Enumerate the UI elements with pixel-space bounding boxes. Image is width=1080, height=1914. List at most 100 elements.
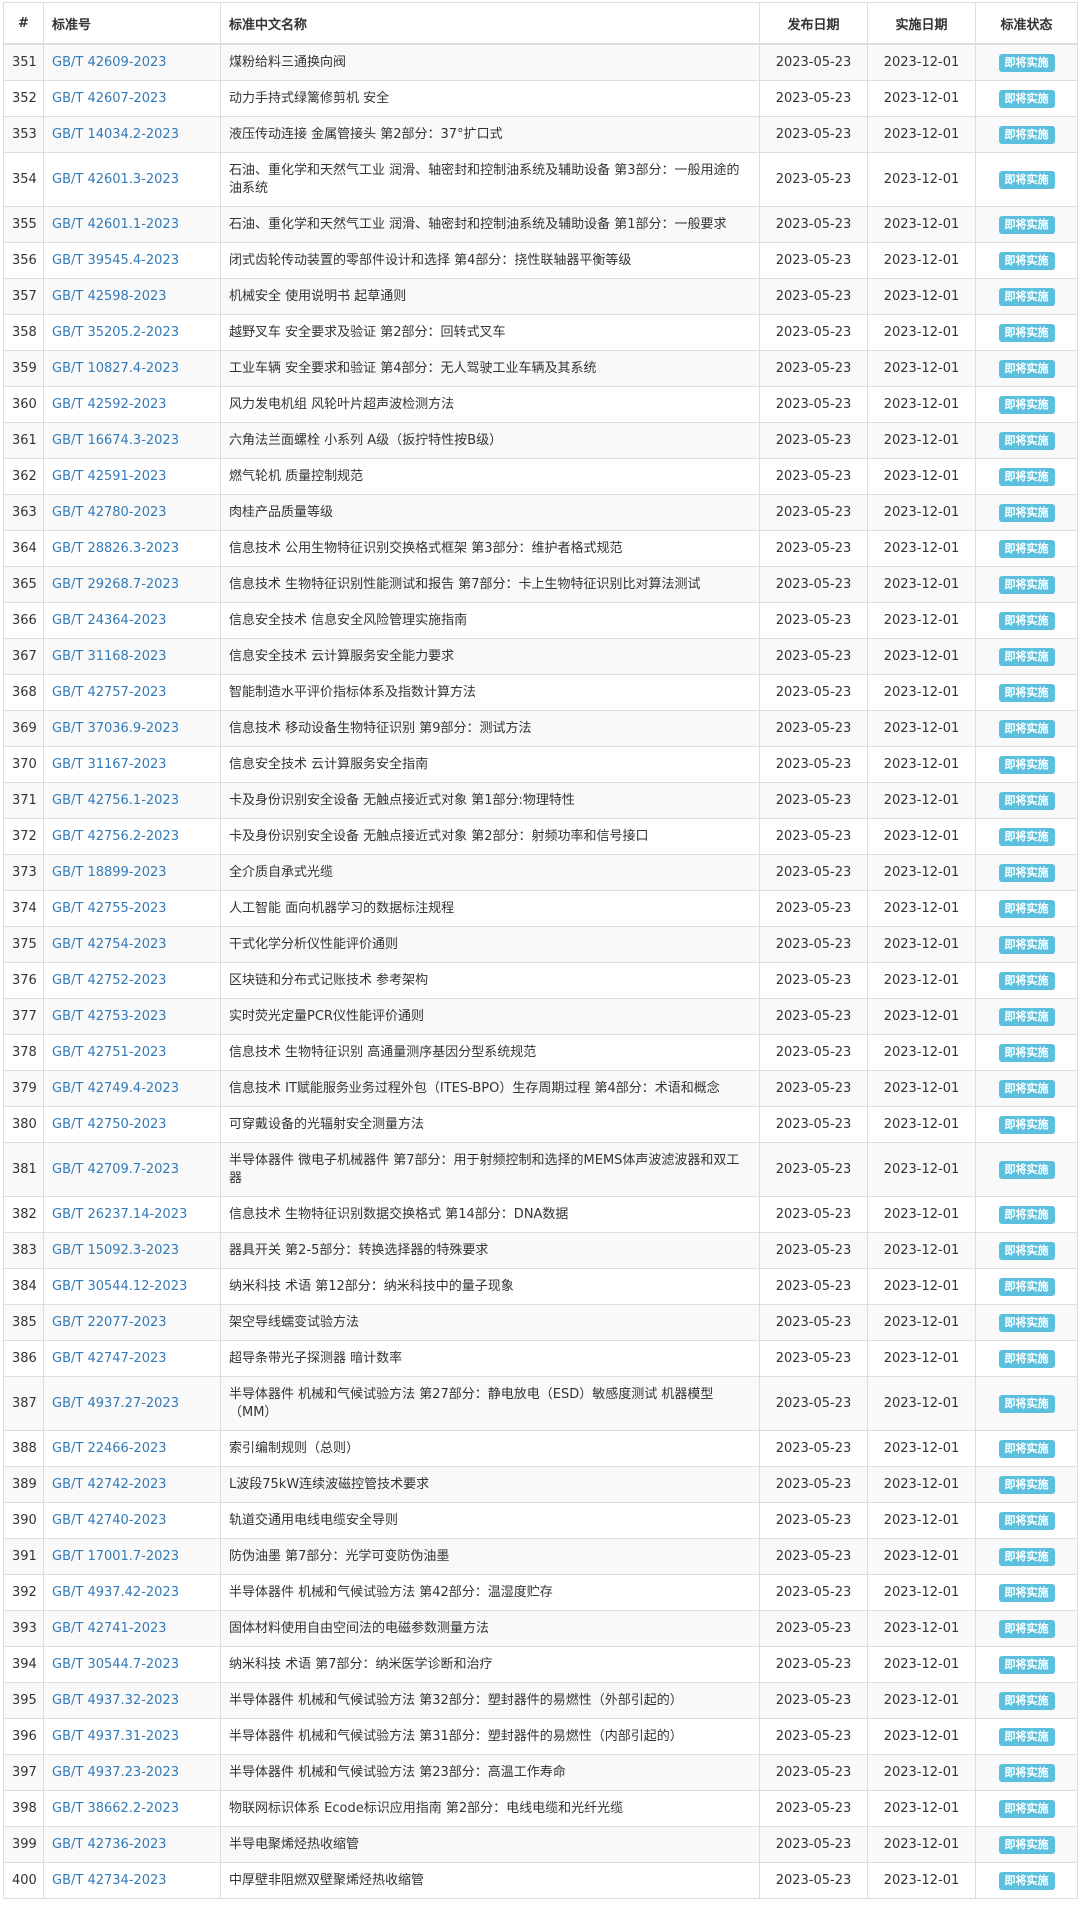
implement-date: 2023-12-01	[867, 1304, 976, 1341]
status-cell: 即将实施	[975, 314, 1078, 351]
header-number[interactable]: #	[3, 2, 44, 45]
standard-code-link[interactable]: GB/T 42601.3-2023	[52, 172, 179, 187]
implement-date: 2023-12-01	[867, 206, 976, 243]
standard-code-link[interactable]: GB/T 42757-2023	[52, 685, 167, 700]
standard-code-link[interactable]: GB/T 29268.7-2023	[52, 577, 179, 592]
standard-code-link[interactable]: GB/T 39545.4-2023	[52, 253, 179, 268]
status-cell: 即将实施	[975, 638, 1078, 675]
standard-code-link[interactable]: GB/T 30544.12-2023	[52, 1279, 187, 1294]
status-cell: 即将实施	[975, 458, 1078, 495]
standard-code-link[interactable]: GB/T 42741-2023	[52, 1621, 167, 1636]
status-cell: 即将实施	[975, 1646, 1078, 1683]
standard-code-link[interactable]: GB/T 42753-2023	[52, 1009, 167, 1024]
status-badge: 即将实施	[998, 683, 1055, 702]
status-cell: 即将实施	[975, 1196, 1078, 1233]
status-cell: 即将实施	[975, 422, 1078, 459]
implement-date: 2023-12-01	[867, 1268, 976, 1305]
standard-code-link[interactable]: GB/T 42734-2023	[52, 1873, 167, 1888]
publish-date: 2023-05-23	[759, 1466, 868, 1503]
status-cell: 即将实施	[975, 1718, 1078, 1755]
standard-code-cell: GB/T 14034.2-2023	[43, 116, 221, 153]
standard-code-link[interactable]: GB/T 42756.1-2023	[52, 793, 179, 808]
standard-code-link[interactable]: GB/T 42601.1-2023	[52, 217, 179, 232]
implement-date: 2023-12-01	[867, 1826, 976, 1863]
standard-code-link[interactable]: GB/T 16674.3-2023	[52, 433, 179, 448]
implement-date: 2023-12-01	[867, 818, 976, 855]
status-badge: 即将实施	[998, 1349, 1055, 1368]
standard-code-link[interactable]: GB/T 42592-2023	[52, 397, 167, 412]
status-cell: 即将实施	[975, 818, 1078, 855]
standard-code-link[interactable]: GB/T 22466-2023	[52, 1441, 167, 1456]
standard-code-link[interactable]: GB/T 42749.4-2023	[52, 1081, 179, 1096]
standard-code-link[interactable]: GB/T 42752-2023	[52, 973, 167, 988]
standard-code-link[interactable]: GB/T 14034.2-2023	[52, 127, 179, 142]
standard-code-link[interactable]: GB/T 24364-2023	[52, 613, 167, 628]
standard-code-link[interactable]: GB/T 28826.3-2023	[52, 541, 179, 556]
standard-code-link[interactable]: GB/T 42742-2023	[52, 1477, 167, 1492]
standard-code-link[interactable]: GB/T 4937.32-2023	[52, 1693, 179, 1708]
table-row: 384 GB/T 30544.12-2023 纳米科技 术语 第12部分：纳米科技中…	[3, 1268, 1078, 1305]
standard-code-link[interactable]: GB/T 37036.9-2023	[52, 721, 179, 736]
header-implement-date[interactable]: 实施日期	[867, 2, 976, 45]
standard-code-cell: GB/T 30544.12-2023	[43, 1268, 221, 1305]
standard-code-link[interactable]: GB/T 22077-2023	[52, 1315, 167, 1330]
standard-code-link[interactable]: GB/T 18899-2023	[52, 865, 167, 880]
standard-code-link[interactable]: GB/T 4937.27-2023	[52, 1396, 179, 1411]
status-cell: 即将实施	[975, 854, 1078, 891]
header-publish-date[interactable]: 发布日期	[759, 2, 868, 45]
status-badge: 即将实施	[998, 287, 1055, 306]
standard-code-cell: GB/T 42756.1-2023	[43, 782, 221, 819]
status-badge: 即将实施	[998, 1115, 1055, 1134]
standard-code-link[interactable]: GB/T 42780-2023	[52, 505, 167, 520]
standard-code-link[interactable]: GB/T 42754-2023	[52, 937, 167, 952]
standard-name: 架空导线蠕变试验方法	[220, 1304, 760, 1341]
status-cell: 即将实施	[975, 1682, 1078, 1719]
row-number: 367	[3, 638, 44, 675]
header-standard-name[interactable]: 标准中文名称	[220, 2, 760, 45]
table-row: 379 GB/T 42749.4-2023 信息技术 IT赋能服务业务过程外包（IT…	[3, 1070, 1078, 1107]
row-number: 385	[3, 1304, 44, 1341]
standard-code-link[interactable]: GB/T 42755-2023	[52, 901, 167, 916]
standard-code-link[interactable]: GB/T 42750-2023	[52, 1117, 167, 1132]
standard-code-link[interactable]: GB/T 42736-2023	[52, 1837, 167, 1852]
standard-code-link[interactable]: GB/T 42740-2023	[52, 1513, 167, 1528]
standard-code-link[interactable]: GB/T 42756.2-2023	[52, 829, 179, 844]
header-status[interactable]: 标准状态	[975, 2, 1078, 45]
standard-code-link[interactable]: GB/T 26237.14-2023	[52, 1207, 187, 1222]
standard-code-cell: GB/T 42757-2023	[43, 674, 221, 711]
standard-code-link[interactable]: GB/T 38662.2-2023	[52, 1801, 179, 1816]
table-row: 366 GB/T 24364-2023 信息安全技术 信息安全风险管理实施指南 202…	[3, 602, 1078, 639]
standard-code-link[interactable]: GB/T 4937.31-2023	[52, 1729, 179, 1744]
standard-code-link[interactable]: GB/T 42609-2023	[52, 55, 167, 70]
standard-code-link[interactable]: GB/T 17001.7-2023	[52, 1549, 179, 1564]
publish-date: 2023-05-23	[759, 998, 868, 1035]
header-standard-code[interactable]: 标准号	[43, 2, 221, 45]
standard-code-link[interactable]: GB/T 30544.7-2023	[52, 1657, 179, 1672]
standard-code-link[interactable]: GB/T 42607-2023	[52, 91, 167, 106]
table-row: 377 GB/T 42753-2023 实时荧光定量PCR仪性能评价通则 2023-0…	[3, 998, 1078, 1035]
row-number: 388	[3, 1430, 44, 1467]
standard-code-link[interactable]: GB/T 31167-2023	[52, 757, 167, 772]
standard-code-link[interactable]: GB/T 42598-2023	[52, 289, 167, 304]
status-cell: 即将实施	[975, 242, 1078, 279]
table-row: 389 GB/T 42742-2023 L波段75kW连续波磁控管技术要求 2023-…	[3, 1466, 1078, 1503]
row-number: 356	[3, 242, 44, 279]
standard-code-cell: GB/T 42751-2023	[43, 1034, 221, 1071]
status-cell: 即将实施	[975, 674, 1078, 711]
standard-code-link[interactable]: GB/T 10827.4-2023	[52, 361, 179, 376]
row-number: 365	[3, 566, 44, 603]
row-number: 393	[3, 1610, 44, 1647]
standard-code-link[interactable]: GB/T 42747-2023	[52, 1351, 167, 1366]
standard-code-link[interactable]: GB/T 31168-2023	[52, 649, 167, 664]
standard-code-link[interactable]: GB/T 4937.23-2023	[52, 1765, 179, 1780]
status-cell: 即将实施	[975, 1268, 1078, 1305]
standard-code-link[interactable]: GB/T 35205.2-2023	[52, 325, 179, 340]
row-number: 372	[3, 818, 44, 855]
implement-date: 2023-12-01	[867, 422, 976, 459]
standard-code-link[interactable]: GB/T 42751-2023	[52, 1045, 167, 1060]
publish-date: 2023-05-23	[759, 926, 868, 963]
standard-code-link[interactable]: GB/T 4937.42-2023	[52, 1585, 179, 1600]
standard-code-link[interactable]: GB/T 15092.3-2023	[52, 1243, 179, 1258]
standard-code-link[interactable]: GB/T 42591-2023	[52, 469, 167, 484]
standard-code-link[interactable]: GB/T 42709.7-2023	[52, 1162, 179, 1177]
